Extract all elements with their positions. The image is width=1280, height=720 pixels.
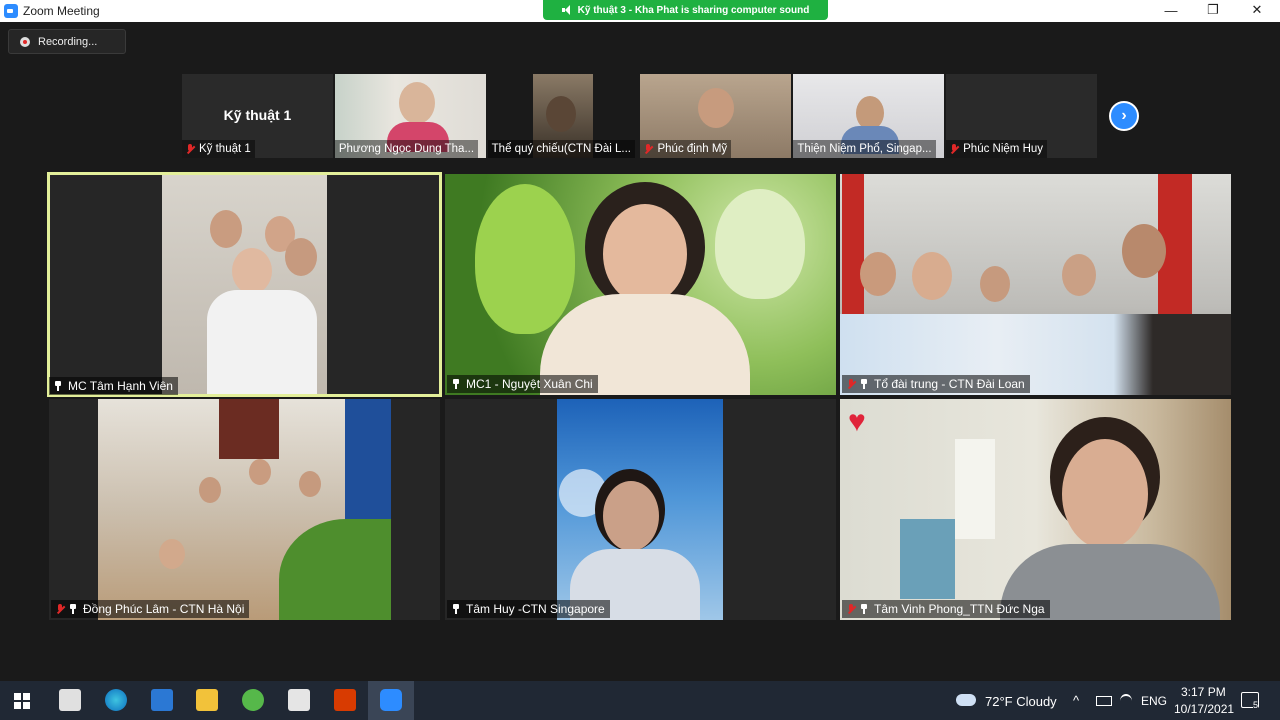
thumbnail-name: Thiện Niệm Phổ, Singap... — [793, 140, 936, 158]
clock-date[interactable]: 10/17/2021 — [1174, 702, 1234, 716]
muted-mic-icon — [847, 603, 855, 615]
participant-face — [545, 96, 576, 132]
video-tile[interactable]: Đồng Phúc Lâm - CTN Hà Nội — [49, 399, 440, 620]
zoom-icon — [380, 689, 402, 711]
windows-taskbar: 72°F Cloudy ^ ENG 3:17 PM 10/17/2021 5 — [0, 681, 1280, 720]
muted-mic-icon — [644, 143, 652, 155]
participant-face — [398, 82, 435, 124]
app-icon[interactable] — [288, 689, 310, 711]
thumbnail-tile[interactable]: Thiện Niệm Phổ, Singap... — [793, 74, 945, 158]
blue-curtain — [345, 399, 391, 529]
participant-name-label: Tổ đài trung - CTN Đài Loan — [842, 375, 1030, 393]
video-tile[interactable]: MC Tâm Hạnh Viên — [47, 172, 442, 397]
office-icon[interactable] — [334, 689, 356, 711]
video-tile[interactable]: Tâm Huy -CTN Singapore — [445, 399, 836, 620]
language-indicator[interactable]: ENG — [1141, 694, 1167, 708]
recording-label: Recording... — [38, 35, 98, 48]
sharing-computer-sound-banner[interactable]: Kỹ thuật 3 - Kha Phat is sharing compute… — [543, 0, 828, 20]
participant-face — [1062, 254, 1096, 296]
wifi-icon[interactable] — [1120, 694, 1132, 708]
pin-icon — [69, 604, 77, 614]
thumbnail-name: Phúc Niệm Huy — [946, 140, 1048, 158]
pen-holder — [900, 519, 955, 599]
pin-icon — [452, 379, 460, 389]
participant-face — [980, 266, 1010, 302]
video-tile[interactable]: Tổ đài trung - CTN Đài Loan — [840, 174, 1231, 395]
weather-icon — [956, 694, 976, 706]
pin-icon — [860, 379, 868, 389]
weather-text[interactable]: 72°F Cloudy — [985, 694, 1057, 709]
participant-name-label: MC Tâm Hạnh Viên — [49, 377, 178, 395]
pin-icon — [860, 604, 868, 614]
lotus-bud — [475, 184, 575, 334]
participant-name-label: MC1 - Nguyệt Xuân Chi — [447, 375, 598, 393]
muted-mic-icon — [847, 378, 855, 390]
zoom-taskbar-button[interactable] — [368, 681, 414, 720]
thumbnail-tile[interactable]: Phúc Niệm Huy — [946, 74, 1097, 158]
zoom-app-icon — [4, 4, 18, 18]
participant-face — [199, 477, 221, 503]
participant-name-label: Tâm Huy -CTN Singapore — [447, 600, 610, 618]
heart-reaction-icon: ♥ — [848, 405, 866, 438]
pin-icon — [452, 604, 460, 614]
participant-body — [207, 290, 317, 394]
file-explorer-icon[interactable] — [196, 689, 218, 711]
video-tile[interactable]: ♥ Tâm Vinh Phong_TTN Đức Nga — [840, 399, 1231, 620]
participant-face — [299, 471, 321, 497]
mail-icon[interactable] — [151, 689, 173, 711]
muted-mic-icon — [186, 143, 194, 155]
clock-time[interactable]: 3:17 PM — [1181, 685, 1226, 699]
participant-face — [1062, 439, 1148, 549]
participant-face — [249, 459, 271, 485]
participant-thumbnail-strip: Kỹ thuật 1 Kỹ thuật 1 Phương Ngọc Dung T… — [182, 74, 1097, 158]
edge-icon[interactable] — [105, 689, 127, 711]
participant-face — [210, 210, 242, 248]
next-page-button[interactable]: › — [1109, 101, 1139, 131]
muted-mic-icon — [56, 603, 64, 615]
participant-face — [912, 252, 952, 300]
thumbnail-tile[interactable]: Phúc định Mỹ — [640, 74, 792, 158]
thumbnail-name: Kỹ thuật 1 — [182, 140, 255, 158]
participant-face — [603, 481, 659, 551]
thumbnail-tile[interactable]: Phương Ngọc Dung Tha... — [334, 74, 486, 158]
paper-note — [955, 439, 995, 539]
close-button[interactable]: ✕ — [1234, 0, 1280, 20]
participant-face — [232, 248, 272, 294]
recording-indicator[interactable]: Recording... — [8, 29, 126, 54]
record-icon — [20, 36, 30, 47]
participant-face — [1122, 224, 1166, 278]
pin-icon — [54, 381, 62, 391]
thumbnail-name: Thể quý chiếu(CTN Đài L... — [487, 140, 635, 158]
red-pillar — [842, 174, 864, 334]
lotus-bud — [715, 189, 805, 299]
thumbnail-tile[interactable]: Thể quý chiếu(CTN Đài L... — [487, 74, 639, 158]
minimize-button[interactable]: — — [1148, 0, 1194, 20]
wooden-door — [219, 399, 279, 459]
participant-name-label: Đồng Phúc Lâm - CTN Hà Nội — [51, 600, 250, 618]
app-icon[interactable] — [242, 689, 264, 711]
video-tile[interactable]: MC1 - Nguyệt Xuân Chi — [445, 174, 836, 395]
store-icon[interactable] — [59, 689, 81, 711]
speaker-icon — [561, 5, 572, 15]
sharing-banner-text: Kỹ thuật 3 - Kha Phat is sharing compute… — [577, 4, 810, 16]
title-bar: Zoom Meeting Kỹ thuật 3 - Kha Phat is sh… — [0, 0, 1280, 22]
window-title: Zoom Meeting — [23, 4, 100, 18]
notification-count: 5 — [1253, 700, 1259, 710]
windows-start-icon[interactable] — [14, 693, 30, 709]
thumbnail-display-name: Kỹ thuật 1 — [223, 107, 292, 123]
thumbnail-name: Phương Ngọc Dung Tha... — [334, 140, 479, 158]
participant-face — [159, 539, 185, 569]
muted-mic-icon — [950, 143, 958, 155]
participant-face — [285, 238, 317, 276]
show-hidden-icons-icon[interactable]: ^ — [1073, 693, 1079, 708]
thumbnail-tile[interactable]: Kỹ thuật 1 Kỹ thuật 1 — [182, 74, 333, 158]
participant-face — [603, 204, 687, 304]
participant-name-label: Tâm Vinh Phong_TTN Đức Nga — [842, 600, 1050, 618]
thumbnail-name: Phúc định Mỹ — [640, 140, 732, 158]
restore-button[interactable]: ❐ — [1190, 0, 1236, 20]
participant-face — [860, 252, 896, 296]
battery-icon[interactable] — [1096, 696, 1112, 706]
